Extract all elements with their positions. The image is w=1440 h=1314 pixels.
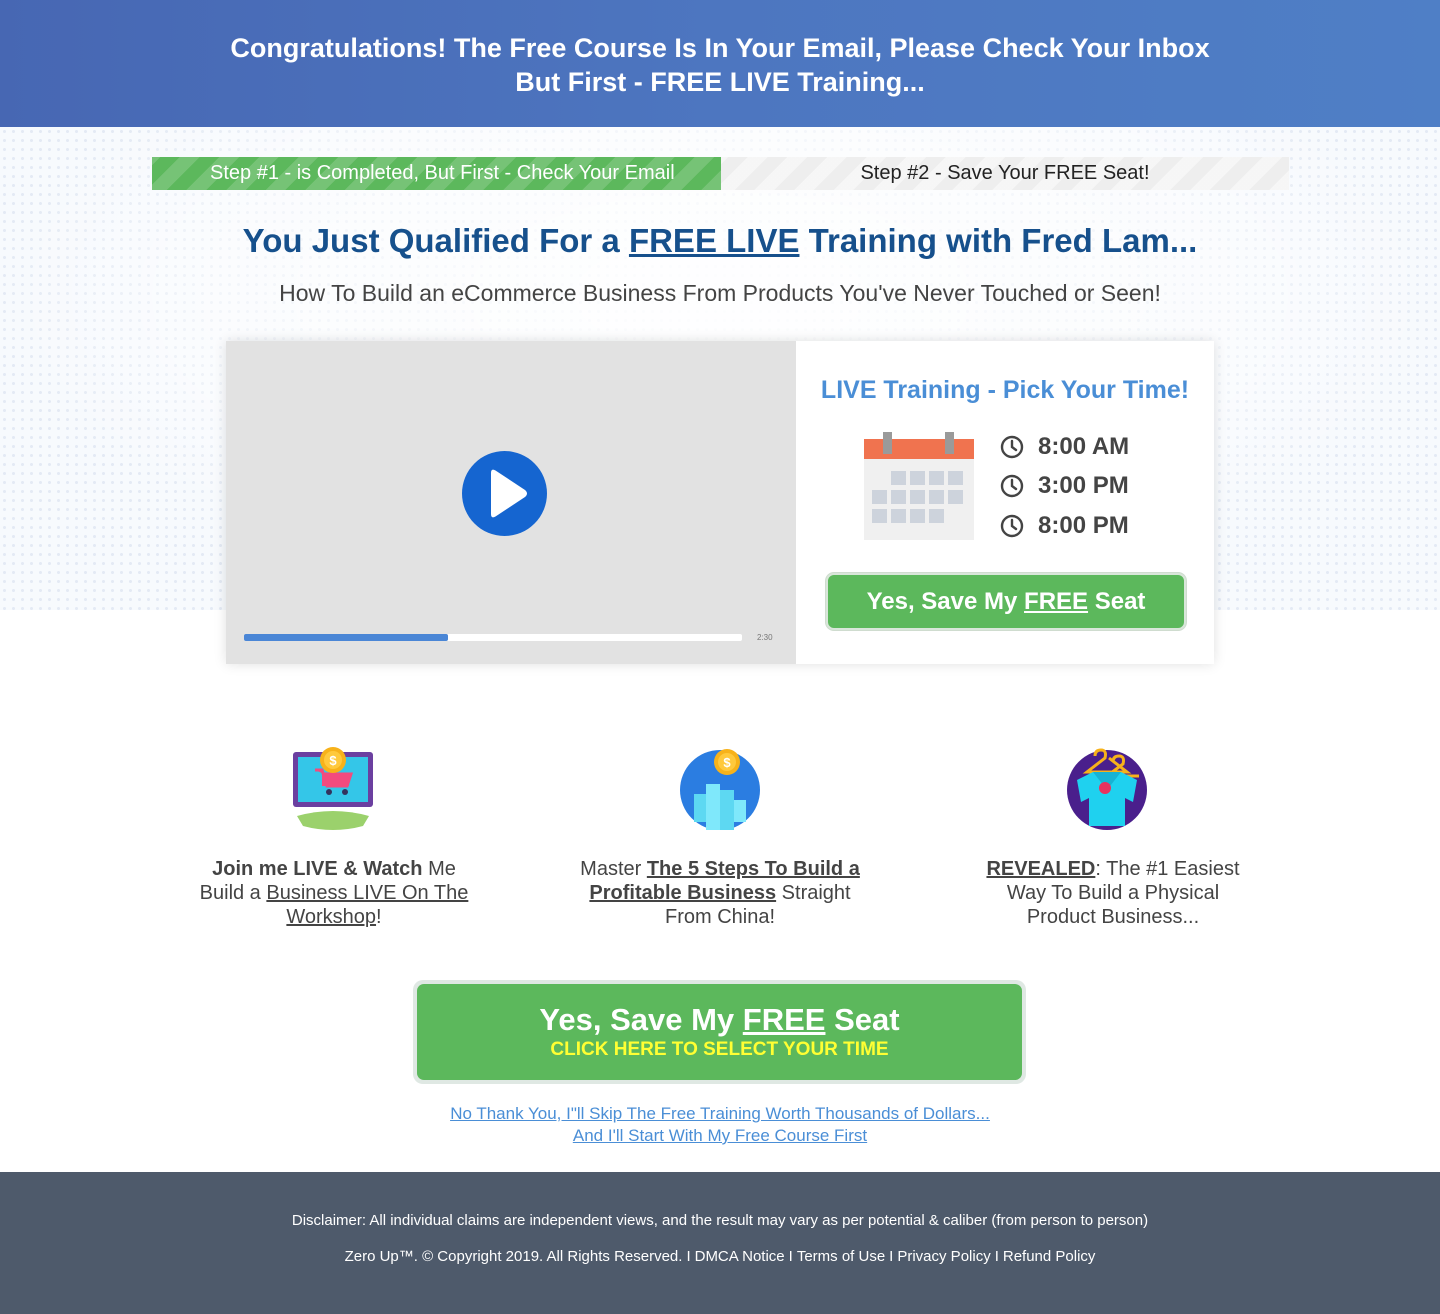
time-option-2[interactable]: 3:00 PM [1000, 467, 1129, 507]
video-time: 2:30 [757, 633, 773, 642]
footer-link-terms[interactable]: Terms of Use [797, 1248, 885, 1265]
sub-headline: How To Build an eCommerce Business From … [279, 280, 1161, 306]
footer-disclaimer: Disclaimer: All individual claims are in… [291, 1212, 1149, 1229]
play-icon [491, 469, 527, 518]
footer-link-dmca[interactable]: DMCA Notice [695, 1248, 785, 1265]
time-label: 8:00 PM [1038, 511, 1129, 539]
clock-icon [1000, 475, 1024, 498]
save-seat-button[interactable]: Yes, Save My FREE Seat [826, 573, 1186, 630]
big-save-seat-button[interactable]: Yes, Save My FREE Seat CLICK HERE TO SEL… [417, 984, 1022, 1080]
time-option-1[interactable]: 8:00 AM [1000, 427, 1129, 467]
footer-link-privacy[interactable]: Privacy Policy [897, 1248, 990, 1265]
feature-text-3: REVEALED: The #1 Easiest Way To Build a … [973, 857, 1253, 929]
footer-separator: I [686, 1248, 691, 1265]
cta-post: Seat [1088, 588, 1146, 615]
time-option-3[interactable]: 8:00 PM [1000, 506, 1129, 546]
training-card: 2:30 LIVE Training - Pick Your Time! 8:0… [226, 341, 1214, 664]
footer-copyright-row: Zero Up™. © Copyright 2019. All Rights R… [0, 1248, 1440, 1265]
video-progress-track[interactable] [244, 634, 742, 641]
progress-step-2: Step #2 - Save Your FREE Seat! [721, 157, 1289, 190]
no-thanks-link[interactable]: No Thank You, I"ll Skip The Free Trainin… [0, 1103, 1440, 1147]
svg-text:$: $ [329, 753, 337, 768]
play-button[interactable] [462, 451, 547, 536]
progress-bar: Step #1 - is Completed, But First - Chec… [152, 157, 1289, 190]
banner-line-1: Congratulations! The Free Course Is In Y… [230, 33, 1210, 63]
cta-underlined: FREE [1024, 588, 1089, 615]
calendar-icon [864, 432, 974, 540]
video-player[interactable]: 2:30 [226, 341, 796, 664]
feature-text-1: Join me LIVE & Watch Me Build a Business… [194, 857, 474, 929]
big-cta-subline: CLICK HERE TO SELECT YOUR TIME [550, 1039, 889, 1060]
clock-icon [1000, 514, 1024, 537]
big-cta-pre: Yes, Save My [539, 1002, 743, 1037]
main-headline: You Just Qualified For a FREE LIVE Train… [0, 222, 1440, 260]
footer-separator: I [889, 1248, 894, 1265]
feature-1-bold: Join me LIVE & Watch [212, 858, 423, 880]
footer-link-refund[interactable]: Refund Policy [1003, 1248, 1096, 1265]
footer: Disclaimer: All individual claims are in… [0, 1172, 1440, 1314]
headline-post: Training with Fred Lam... [799, 222, 1198, 259]
cta-pre: Yes, Save My [866, 588, 1025, 615]
big-cta-post: Seat [825, 1002, 900, 1037]
feature-3-bold-underlined: REVEALED [986, 858, 1096, 880]
no-thanks-line-2[interactable]: And I'll Start With My Free Course First [0, 1125, 1440, 1147]
svg-text:$: $ [723, 755, 731, 770]
video-progress-fill [244, 634, 449, 641]
top-banner: Congratulations! The Free Course Is In Y… [0, 0, 1440, 127]
growth-chart-coin-icon: $ [680, 749, 760, 830]
headline-pre: You Just Qualified For a [242, 222, 629, 259]
clock-icon [1000, 435, 1024, 458]
feature-text-2: Master The 5 Steps To Build a Profitable… [580, 857, 860, 929]
big-cta-line-1: Yes, Save My FREE Seat [417, 984, 1022, 1038]
footer-separator: I [994, 1248, 999, 1265]
footer-separator: I [788, 1248, 793, 1265]
banner-line-2: But First - FREE LIVE Training... [515, 67, 925, 97]
feature-1-text-2: ! [376, 906, 382, 928]
schedule-title: LIVE Training - Pick Your Time! [820, 376, 1190, 404]
footer-copyright: Zero Up™. © Copyright 2019. All Rights R… [344, 1248, 683, 1265]
big-cta-wrapper: Yes, Save My FREE Seat CLICK HERE TO SEL… [413, 980, 1026, 1084]
big-cta-underlined: FREE [742, 1002, 826, 1037]
headline-underlined: FREE LIVE [628, 222, 800, 259]
no-thanks-line-1[interactable]: No Thank You, I"ll Skip The Free Trainin… [0, 1103, 1440, 1125]
shirt-hanger-icon [1067, 748, 1147, 830]
time-options: 8:00 AM 3:00 PM 8:00 PM [1000, 427, 1129, 546]
feature-2-text: Master [580, 858, 647, 880]
progress-step-1: Step #1 - is Completed, But First - Chec… [152, 157, 721, 190]
shopping-cart-monitor-icon: $ [293, 747, 373, 830]
feature-1-underlined: Business LIVE On The Workshop [266, 882, 469, 928]
time-label: 3:00 PM [1038, 472, 1129, 500]
time-label: 8:00 AM [1038, 432, 1130, 460]
